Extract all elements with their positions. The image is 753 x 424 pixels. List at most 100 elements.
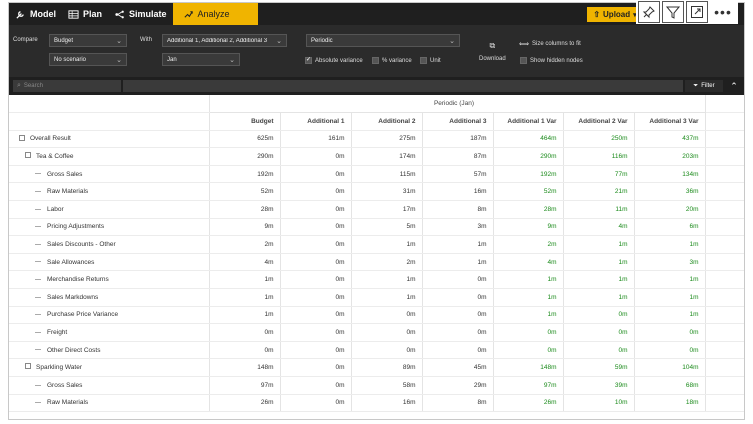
value-cell[interactable]: 290m: [208, 147, 280, 166]
col-header-budget[interactable]: Budget: [208, 112, 280, 131]
value-cell[interactable]: 17m: [350, 200, 422, 219]
value-cell[interactable]: 2m: [208, 235, 280, 254]
value-cell[interactable]: 0m: [208, 323, 280, 342]
value-cell[interactable]: 0m: [279, 323, 351, 342]
value-cell[interactable]: 275m: [350, 130, 422, 149]
table-row[interactable]: Gross Sales 192m 0m 115m 57m 192m 77m 134m: [9, 165, 744, 184]
value-cell[interactable]: 115m: [350, 165, 422, 184]
value-cell[interactable]: 0m: [279, 218, 351, 237]
variance-cell[interactable]: 10m: [562, 394, 634, 413]
variance-cell[interactable]: 0m: [633, 341, 705, 360]
percent-variance-checkbox[interactable]: % variance: [372, 57, 412, 64]
value-cell[interactable]: 1m: [421, 235, 493, 254]
value-cell[interactable]: 1m: [350, 270, 422, 290]
value-cell[interactable]: 192m: [208, 165, 280, 184]
value-cell[interactable]: 1m: [421, 253, 493, 272]
scenario-dropdown[interactable]: No scenario ⌄: [49, 53, 127, 66]
variance-cell[interactable]: 9m: [492, 218, 563, 237]
focus-mode-button[interactable]: [686, 1, 708, 23]
value-cell[interactable]: 5m: [350, 218, 422, 237]
search-input[interactable]: ⌕ Search: [13, 80, 121, 92]
variance-cell[interactable]: 1m: [492, 270, 563, 290]
collapse-panel-button[interactable]: ⌃: [727, 80, 741, 92]
variance-cell[interactable]: 59m: [562, 358, 634, 377]
variance-cell[interactable]: 39m: [562, 376, 634, 395]
value-cell[interactable]: 148m: [208, 358, 280, 377]
table-row[interactable]: Raw Materials 26m 0m 16m 8m 26m 10m 18m: [9, 394, 744, 413]
variance-cell[interactable]: 0m: [633, 323, 705, 342]
value-cell[interactable]: 187m: [421, 130, 493, 149]
value-cell[interactable]: 1m: [350, 288, 422, 307]
variance-cell[interactable]: 0m: [492, 323, 563, 342]
value-cell[interactable]: 16m: [350, 394, 422, 413]
table-row[interactable]: Sales Discounts - Other 2m 0m 1m 1m 2m 1m 1m: [9, 235, 744, 254]
value-cell[interactable]: 0m: [279, 341, 351, 360]
table-row[interactable]: Merchandise Returns 1m 0m 1m 0m 1m 1m 1m: [9, 270, 744, 290]
tab-analyze[interactable]: Analyze: [172, 3, 258, 25]
variance-cell[interactable]: 1m: [633, 235, 705, 254]
variance-cell[interactable]: 6m: [633, 218, 705, 237]
table-row[interactable]: Raw Materials 52m 0m 31m 16m 52m 21m 36m: [9, 182, 744, 202]
variance-cell[interactable]: 134m: [633, 165, 705, 184]
value-cell[interactable]: 0m: [279, 288, 351, 307]
variance-cell[interactable]: 437m: [633, 130, 705, 149]
variance-cell[interactable]: 1m: [492, 306, 563, 325]
value-cell[interactable]: 0m: [421, 270, 493, 290]
variance-cell[interactable]: 1m: [562, 253, 634, 272]
table-row[interactable]: Pricing Adjustments 9m 0m 5m 3m 9m 4m 6m: [9, 218, 744, 237]
download-button[interactable]: ⧉ Download: [479, 41, 506, 62]
table-row[interactable]: Tea & Coffee 290m 0m 174m 87m 290m 116m 203m: [9, 147, 744, 166]
variance-cell[interactable]: 116m: [562, 147, 634, 166]
size-columns-button[interactable]: ⟺ Size columns to fit: [519, 40, 581, 48]
value-cell[interactable]: 174m: [350, 147, 422, 166]
variance-cell[interactable]: 1m: [633, 288, 705, 307]
value-cell[interactable]: 89m: [350, 358, 422, 377]
variance-cell[interactable]: 1m: [633, 306, 705, 325]
table-row[interactable]: Sales Markdowns 1m 0m 1m 0m 1m 1m 1m: [9, 288, 744, 307]
value-cell[interactable]: 0m: [279, 147, 351, 166]
value-cell[interactable]: 2m: [350, 253, 422, 272]
value-cell[interactable]: 0m: [421, 323, 493, 342]
variance-cell[interactable]: 0m: [562, 323, 634, 342]
col-header-additional-2[interactable]: Additional 2: [350, 112, 422, 131]
value-cell[interactable]: 1m: [350, 235, 422, 254]
table-row[interactable]: Sparkling Water 148m 0m 89m 45m 148m 59m 104m: [9, 358, 744, 377]
value-cell[interactable]: 0m: [279, 182, 351, 202]
absolute-variance-checkbox[interactable]: ✓ Absolute variance: [305, 57, 363, 64]
value-cell[interactable]: 0m: [350, 323, 422, 342]
value-cell[interactable]: 97m: [208, 376, 280, 395]
variance-cell[interactable]: 18m: [633, 394, 705, 413]
variance-cell[interactable]: 77m: [562, 165, 634, 184]
variance-cell[interactable]: 68m: [633, 376, 705, 395]
table-row[interactable]: Sale Allowances 4m 0m 2m 1m 4m 1m 3m: [9, 253, 744, 272]
variance-cell[interactable]: 11m: [562, 200, 634, 219]
value-cell[interactable]: 0m: [279, 376, 351, 395]
value-cell[interactable]: 161m: [279, 130, 351, 149]
value-cell[interactable]: 45m: [421, 358, 493, 377]
variance-cell[interactable]: 52m: [492, 182, 563, 202]
variance-cell[interactable]: 0m: [562, 306, 634, 325]
value-cell[interactable]: 0m: [279, 306, 351, 325]
show-hidden-checkbox[interactable]: Show hidden nodes: [520, 57, 583, 64]
value-cell[interactable]: 8m: [421, 200, 493, 219]
variance-cell[interactable]: 0m: [492, 341, 563, 360]
col-header-additional-3-var[interactable]: Additional 3 Var: [633, 112, 705, 131]
value-cell[interactable]: 0m: [421, 288, 493, 307]
value-cell[interactable]: 52m: [208, 182, 280, 202]
value-cell[interactable]: 87m: [421, 147, 493, 166]
filter-bar[interactable]: [123, 80, 683, 92]
period-dropdown[interactable]: Periodic ⌄: [306, 34, 460, 47]
upload-button[interactable]: ⇧ Upload ▾: [587, 7, 643, 22]
value-cell[interactable]: 0m: [208, 341, 280, 360]
value-cell[interactable]: 0m: [279, 394, 351, 413]
variance-cell[interactable]: 1m: [562, 288, 634, 307]
value-cell[interactable]: 0m: [350, 341, 422, 360]
table-row[interactable]: Purchase Price Variance 1m 0m 0m 0m 1m 0m 1m: [9, 306, 744, 325]
value-cell[interactable]: 16m: [421, 182, 493, 202]
collapse-toggle-icon[interactable]: [25, 363, 31, 370]
value-cell[interactable]: 0m: [279, 358, 351, 377]
variance-cell[interactable]: 4m: [492, 253, 563, 272]
col-header-additional-1[interactable]: Additional 1: [279, 112, 351, 131]
variance-cell[interactable]: 21m: [562, 182, 634, 202]
variance-cell[interactable]: 28m: [492, 200, 563, 219]
